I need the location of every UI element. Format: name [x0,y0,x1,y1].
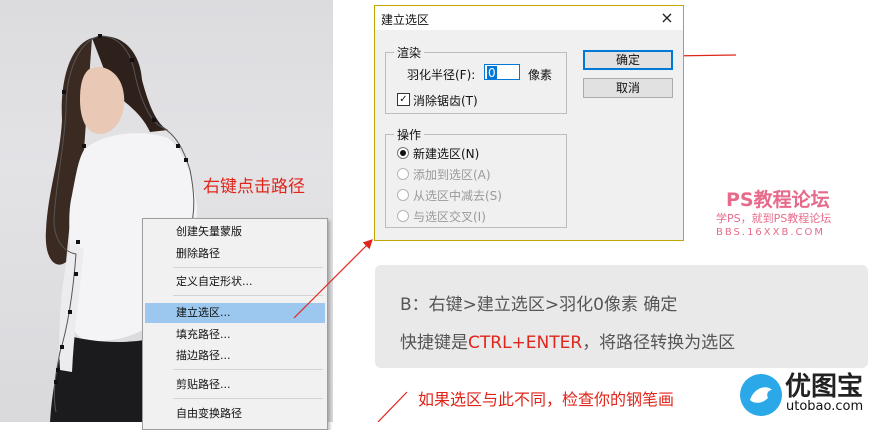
radio-subtract-selection-label: 从选区中减去(S) [413,189,502,203]
feather-radius-value: 0 [487,66,497,80]
feather-radius-label: 羽化半径(F): [407,68,476,82]
radio-intersect-selection[interactable] [397,210,409,222]
make-selection-dialog: 建立选区 × 渲染 羽化半径(F): 0 像素 ✓ 消除锯齿(T) 操作 新建选… [374,5,684,241]
watermark-title: PS教程论坛 [726,189,830,211]
shortcut-text: CTRL+ENTER [468,333,583,353]
watermark-url: BBS.16XXB.COM [716,227,826,238]
logo-url: utobao.com [786,399,864,414]
antialias-label: 消除锯齿(T) [413,94,478,108]
bottom-note: 如果选区与此不同，检查你的钢笔画 [418,390,675,409]
close-icon[interactable]: × [657,8,677,28]
radio-new-selection[interactable] [397,147,409,159]
arrow-to-dialog [293,239,373,319]
ok-button[interactable]: 确定 [583,50,673,70]
watermark-subtitle: 学PS，就到PS教程论坛 [716,212,832,225]
radio-add-to-selection[interactable] [397,168,409,180]
operation-group-legend: 操作 [397,128,422,142]
antialias-checkbox[interactable]: ✓ [397,93,410,106]
instruction-line-2-suffix: ，将路径转换为选区 [582,333,736,353]
dialog-title-bar[interactable]: 建立选区 × [375,6,683,30]
render-group-legend: 渲染 [397,46,422,60]
instruction-box: B：右键>建立选区>羽化0像素 确定 快捷键是CTRL+ENTER，将路径转换为… [375,265,868,368]
radio-add-to-selection-label: 添加到选区(A) [413,168,491,182]
instruction-line-2-prefix: 快捷键是 [400,333,468,353]
cancel-button[interactable]: 取消 [583,78,673,98]
radio-intersect-selection-label: 与选区交叉(I) [413,210,486,224]
instruction-line-2: 快捷键是CTRL+ENTER，将路径转换为选区 [400,328,735,353]
feather-unit-label: 像素 [528,68,553,82]
radio-subtract-selection[interactable] [397,189,409,201]
logo-bird-icon [740,374,782,416]
instruction-line-1: B：右键>建立选区>羽化0像素 确定 [400,295,678,315]
feather-radius-input[interactable]: 0 [484,64,520,80]
logo-name: 优图宝 [785,372,864,402]
dialog-title: 建立选区 [381,13,430,27]
radio-new-selection-label: 新建选区(N) [413,147,480,161]
arrow-bottom [377,391,408,422]
